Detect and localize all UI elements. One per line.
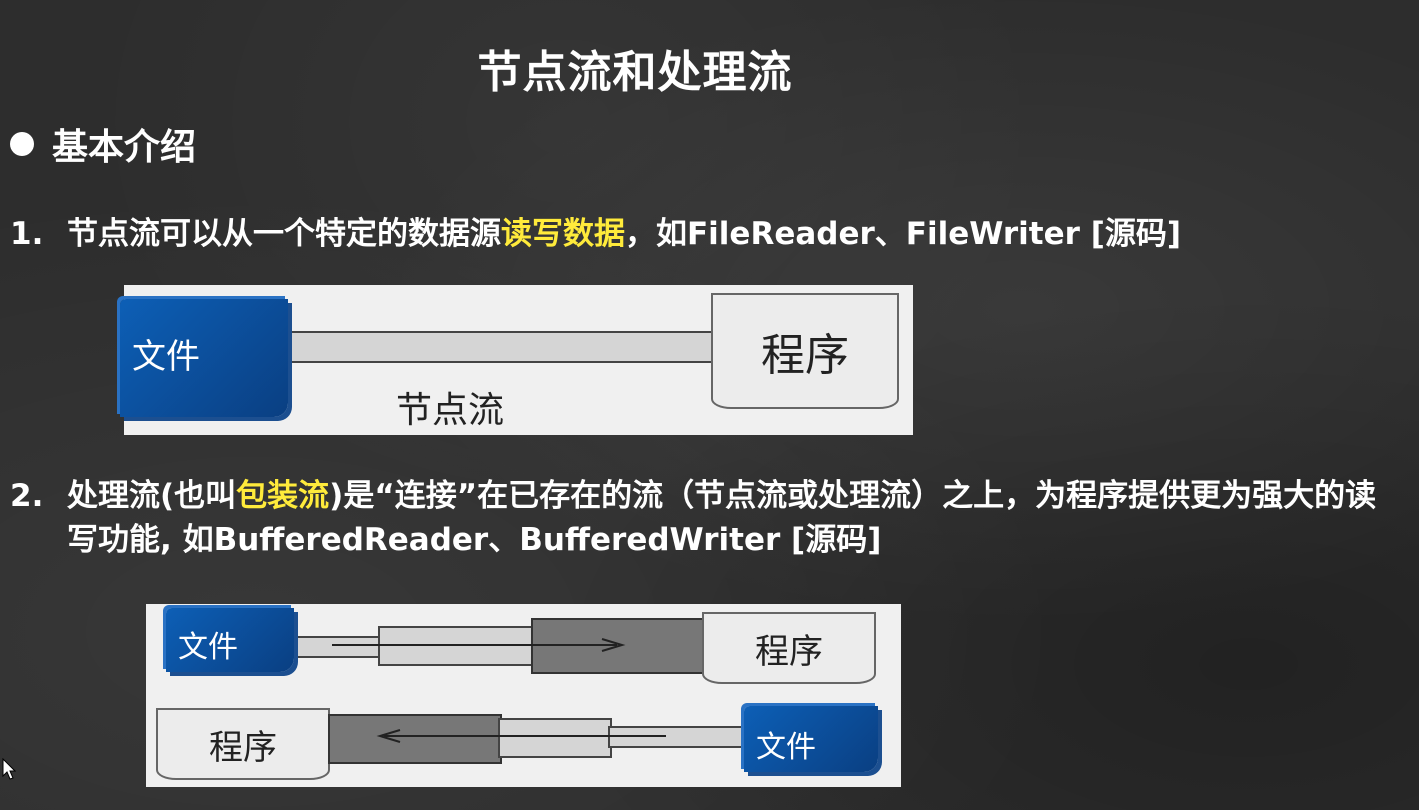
processing-stream-diagram: 文件 程序 程序 文件 bbox=[146, 604, 901, 787]
stream-label: 节点流 bbox=[396, 390, 505, 431]
file-icon: 文件 bbox=[120, 299, 288, 417]
program-label: 程序 bbox=[761, 330, 849, 381]
item2-highlight: 包装流 bbox=[236, 478, 330, 514]
right-arrow-icon bbox=[332, 638, 626, 652]
program-icon: 程序 bbox=[156, 708, 330, 780]
page-title: 节点流和处理流 bbox=[477, 47, 793, 98]
section-heading-text: 基本介绍 bbox=[52, 127, 197, 168]
program-icon: 程序 bbox=[711, 293, 899, 409]
left-arrow-icon bbox=[376, 729, 666, 743]
program-icon: 程序 bbox=[702, 612, 876, 684]
item1-highlight: 读写数据 bbox=[501, 216, 625, 252]
file-icon: 文件 bbox=[166, 608, 294, 672]
program-label: 程序 bbox=[209, 727, 277, 768]
file-label: 文件 bbox=[178, 630, 238, 665]
file-label: 文件 bbox=[756, 730, 816, 765]
node-stream-diagram: 文件 程序 节点流 bbox=[120, 285, 913, 435]
item1-text-post: ，如FileReader、FileWriter [源码] bbox=[625, 216, 1182, 252]
item1-text-pre: 节点流可以从一个特定的数据源 bbox=[67, 216, 501, 252]
list-item-text: 节点流可以从一个特定的数据源读写数据，如FileReader、FileWrite… bbox=[67, 212, 1407, 256]
list-item-1: 1. 节点流可以从一个特定的数据源读写数据，如FileReader、FileWr… bbox=[10, 212, 1407, 256]
file-icon: 文件 bbox=[744, 706, 878, 772]
list-item-number: 1. bbox=[10, 216, 44, 252]
mouse-cursor-icon bbox=[2, 758, 16, 780]
file-label: 文件 bbox=[132, 337, 200, 377]
list-item-2: 2. 处理流(也叫包装流)是“连接”在已存在的流（节点流或处理流）之上，为程序提… bbox=[10, 474, 1407, 562]
list-item-text: 处理流(也叫包装流)是“连接”在已存在的流（节点流或处理流）之上，为程序提供更为… bbox=[67, 474, 1407, 562]
item2-text-pre: 处理流(也叫 bbox=[67, 478, 237, 514]
stream-pipe bbox=[274, 331, 718, 363]
list-item-number: 2. bbox=[10, 478, 44, 514]
bullet-icon bbox=[10, 132, 34, 156]
program-label: 程序 bbox=[755, 631, 823, 672]
section-heading: 基本介绍 bbox=[10, 118, 196, 170]
